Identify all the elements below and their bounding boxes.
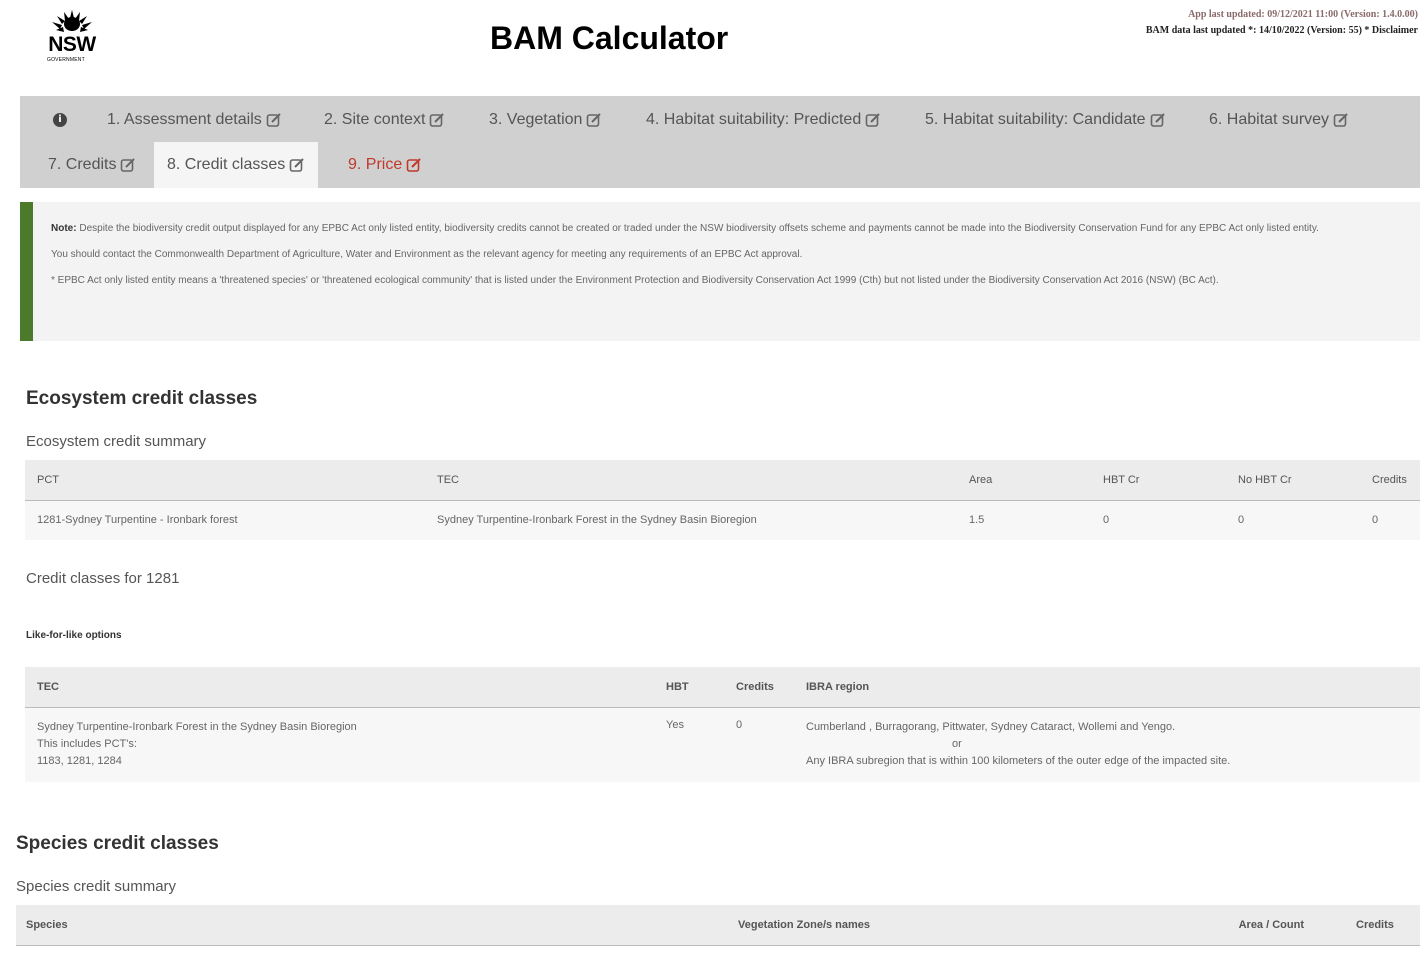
cell-tec: Sydney Turpentine-Ironbark Forest in the… xyxy=(25,707,654,782)
tab-label: 1. Assessment details xyxy=(107,111,262,128)
cell-hbt-cr: 0 xyxy=(1103,514,1110,527)
tab-assessment-details[interactable]: 1. Assessment details xyxy=(107,97,282,143)
table-header-row: TEC HBT Credits IBRA region xyxy=(25,667,1420,707)
app-updated-text: App last updated: 09/12/2021 11:00 (Vers… xyxy=(1188,9,1418,20)
like-for-like-title: Like-for-like options xyxy=(26,630,122,641)
ecosystem-heading: Ecosystem credit classes xyxy=(26,388,258,409)
tab-site-context[interactable]: 2. Site context xyxy=(324,97,445,143)
data-updated-text: BAM data last updated *: 14/10/2022 (Ver… xyxy=(1145,25,1370,36)
column-header-credits: Credits xyxy=(736,680,774,693)
species-heading: Species credit classes xyxy=(16,833,219,854)
edit-icon xyxy=(430,113,445,127)
ecosystem-summary-table: PCT TEC Area HBT Cr No HBT Cr Credits 12… xyxy=(25,460,1420,540)
cell-no-hbt-cr: 0 xyxy=(1238,514,1245,527)
column-header-tec: TEC xyxy=(437,473,459,486)
cell-credits: 0 xyxy=(736,718,743,731)
column-header-area-count: Area / Count xyxy=(1238,918,1304,931)
tab-label: 5. Habitat suitability: Candidate xyxy=(925,111,1146,128)
tab-label: 4. Habitat suitability: Predicted xyxy=(646,111,862,128)
like-for-like-table: TEC HBT Credits IBRA region Sydney Turpe… xyxy=(25,667,1420,782)
version-info: App last updated: 09/12/2021 11:00 (Vers… xyxy=(1146,7,1418,39)
species-summary-table: Species Vegetation Zone/s names Area / C… xyxy=(16,905,1420,946)
note-paragraph-1: Note: Despite the biodiversity credit ou… xyxy=(51,221,1420,237)
step-tab-bar: i 1. Assessment details 2. Site context … xyxy=(20,96,1420,188)
cell-credits: 0 xyxy=(1372,514,1379,527)
column-header-species: Species xyxy=(26,918,68,931)
table-header-row: Species Vegetation Zone/s names Area / C… xyxy=(16,905,1420,945)
tab-label: 9. Price xyxy=(348,156,403,173)
column-header-vegetation-zone: Vegetation Zone/s names xyxy=(738,918,871,931)
ibra-or: or xyxy=(952,738,962,751)
tab-credit-classes[interactable]: 8. Credit classes xyxy=(154,142,318,188)
column-header-area: Area xyxy=(969,473,993,486)
cell-hbt: Yes xyxy=(666,718,684,731)
column-header-credits: Credits xyxy=(1372,473,1407,486)
tab-label: 6. Habitat survey xyxy=(1209,111,1330,128)
edit-icon xyxy=(406,158,421,172)
edit-icon xyxy=(289,158,304,172)
ibra-any-subregion: Any IBRA subregion that is within 100 ki… xyxy=(806,755,1231,768)
edit-icon xyxy=(865,113,880,127)
tab-label: 2. Site context xyxy=(324,111,426,128)
table-row: 1281-Sydney Turpentine - Ironbark forest… xyxy=(25,500,1420,540)
tab-credits[interactable]: 7. Credits xyxy=(48,142,136,188)
note-paragraph-3: * EPBC Act only listed entity means a 't… xyxy=(51,275,1219,286)
tab-habitat-survey[interactable]: 6. Habitat survey xyxy=(1209,97,1349,143)
data-updated-line: BAM data last updated *: 14/10/2022 (Ver… xyxy=(1146,23,1418,39)
cell-tec: Sydney Turpentine-Ironbark Forest in the… xyxy=(437,514,757,527)
tec-name: Sydney Turpentine-Ironbark Forest in the… xyxy=(37,721,357,734)
page-title: BAM Calculator xyxy=(490,20,729,56)
cell-ibra-region: Cumberland , Burragorang, Pittwater, Syd… xyxy=(794,707,1420,782)
column-header-hbt-cr: HBT Cr xyxy=(1103,473,1140,486)
disclaimer-link[interactable]: Disclaimer xyxy=(1372,25,1418,36)
tab-vegetation[interactable]: 3. Vegetation xyxy=(489,97,602,143)
column-header-no-hbt-cr: No HBT Cr xyxy=(1238,473,1292,486)
edit-icon xyxy=(1150,113,1165,127)
logo-text: NSW xyxy=(48,33,96,56)
waratah-icon xyxy=(52,10,92,32)
edit-icon xyxy=(266,113,281,127)
note-text-1: Despite the biodiversity credit output d… xyxy=(79,223,1319,234)
tab-label: 3. Vegetation xyxy=(489,111,583,128)
ecosystem-summary-title: Ecosystem credit summary xyxy=(26,433,207,450)
edit-icon xyxy=(121,158,136,172)
column-header-ibra-region: IBRA region xyxy=(806,680,870,693)
tab-habitat-predicted[interactable]: 4. Habitat suitability: Predicted xyxy=(646,97,881,143)
credit-classes-title: Credit classes for 1281 xyxy=(26,570,180,587)
column-header-tec: TEC xyxy=(37,680,59,693)
tab-label: 8. Credit classes xyxy=(167,156,286,173)
nsw-logo: NSW GOVERNMENT xyxy=(44,8,100,66)
column-header-pct: PCT xyxy=(37,473,59,486)
tab-label: 7. Credits xyxy=(48,156,117,173)
tec-includes-label: This includes PCT's: xyxy=(37,738,137,751)
info-icon[interactable]: i xyxy=(53,113,67,127)
tab-price[interactable]: 9. Price xyxy=(348,142,422,188)
logo-subtext: GOVERNMENT xyxy=(47,57,85,63)
note-paragraph-2: You should contact the Commonwealth Depa… xyxy=(51,249,803,260)
note-label: Note: xyxy=(51,223,77,234)
cell-pct: 1281-Sydney Turpentine - Ironbark forest xyxy=(37,514,238,527)
tec-pct-list: 1183, 1281, 1284 xyxy=(37,755,122,768)
epbc-note: Note: Despite the biodiversity credit ou… xyxy=(20,202,1420,341)
column-header-credits: Credits xyxy=(1356,918,1394,931)
ibra-regions: Cumberland , Burragorang, Pittwater, Syd… xyxy=(806,721,1176,734)
edit-icon xyxy=(1333,113,1348,127)
column-header-hbt: HBT xyxy=(666,680,689,693)
tab-habitat-candidate[interactable]: 5. Habitat suitability: Candidate xyxy=(925,97,1166,143)
cell-area: 1.5 xyxy=(969,514,985,527)
table-row: Sydney Turpentine-Ironbark Forest in the… xyxy=(25,707,1420,782)
table-header-row: PCT TEC Area HBT Cr No HBT Cr Credits xyxy=(25,460,1420,500)
species-summary-title: Species credit summary xyxy=(16,878,177,895)
edit-icon xyxy=(587,113,602,127)
